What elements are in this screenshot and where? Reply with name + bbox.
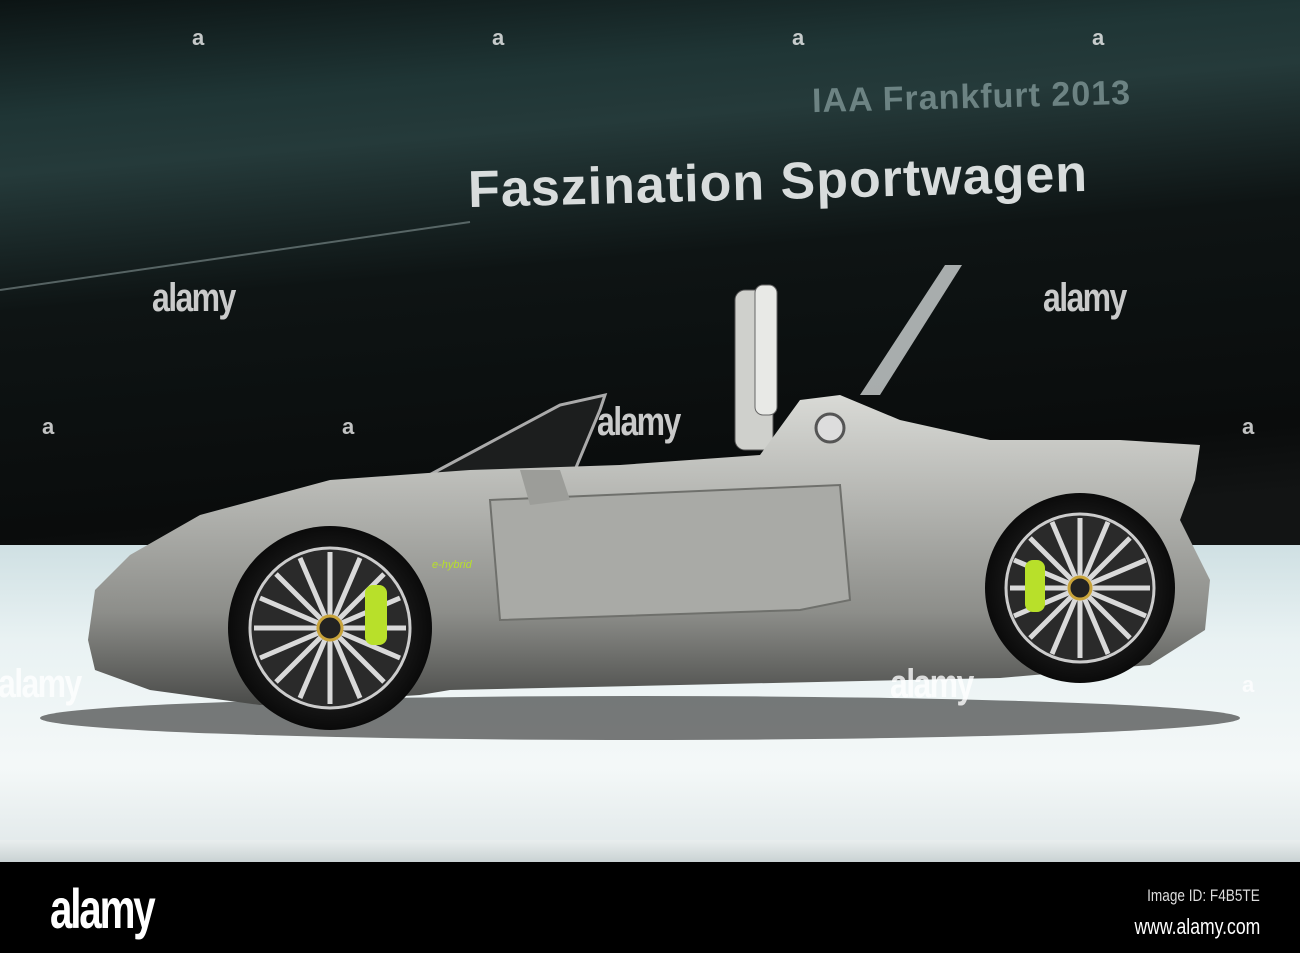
image-id: Image ID: F4B5TE bbox=[1147, 886, 1260, 905]
watermark: alamy bbox=[152, 276, 236, 320]
watermark-letter: a bbox=[1092, 25, 1105, 50]
car-shadow bbox=[40, 696, 1240, 740]
brake-caliper bbox=[365, 585, 387, 645]
watermark-letter: a bbox=[792, 25, 805, 50]
e-hybrid-badge: e-hybrid bbox=[432, 559, 473, 571]
car-photo: IAA Frankfurt 2013 Faszination Sportwage… bbox=[0, 0, 1300, 862]
watermark: alamy bbox=[0, 662, 82, 706]
fuel-cap bbox=[814, 412, 846, 444]
watermark-letter: a bbox=[1242, 672, 1255, 697]
brake-caliper bbox=[1025, 560, 1045, 612]
watermark: alamy bbox=[890, 662, 974, 706]
watermark: alamy bbox=[597, 400, 681, 444]
front-wheel bbox=[228, 526, 432, 730]
watermark-letter: a bbox=[342, 414, 355, 439]
road-line bbox=[860, 265, 962, 395]
watermark-letter: a bbox=[492, 25, 505, 50]
footer-bar: alamy Image ID: F4B5TE www.alamy.com bbox=[0, 862, 1300, 953]
watermark: alamy bbox=[1043, 276, 1127, 320]
door bbox=[488, 483, 852, 622]
roll-hoop bbox=[754, 284, 778, 416]
watermark-letter: a bbox=[1242, 414, 1255, 439]
watermark-letter: a bbox=[42, 414, 55, 439]
light-streak bbox=[0, 221, 471, 291]
alamy-logo: alamy bbox=[50, 877, 156, 940]
rear-wheel bbox=[985, 493, 1175, 683]
watermark-letter: a bbox=[192, 25, 205, 50]
site-url[interactable]: www.alamy.com bbox=[1134, 914, 1260, 940]
